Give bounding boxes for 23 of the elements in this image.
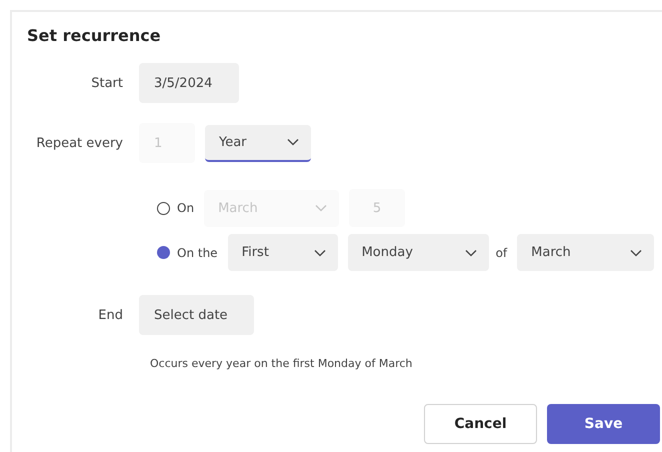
recurrence-summary: Occurs every year on the first Monday of March (150, 357, 414, 370)
of-label: of (496, 246, 508, 260)
radio-button[interactable] (157, 202, 170, 214)
date-field[interactable]: Select date (139, 295, 254, 335)
option-label: On (177, 201, 194, 215)
chevron-down-icon (287, 138, 299, 146)
dialog-title: Set recurrence (27, 26, 162, 45)
date-field[interactable]: 3/5/2024 (139, 63, 239, 103)
chevron-down-icon (464, 248, 477, 256)
save-button[interactable]: Save (547, 404, 660, 444)
dropdown[interactable]: Monday (348, 234, 489, 271)
field-label: Repeat every (35, 136, 123, 150)
dropdown[interactable]: First (228, 234, 338, 271)
option-label: On the (177, 246, 218, 260)
chevron-down-icon (630, 248, 642, 256)
chevron-down-icon (314, 248, 326, 256)
field-label: Start (90, 76, 123, 90)
radio-button[interactable] (157, 246, 170, 259)
cancel-button[interactable]: Cancel (424, 404, 537, 444)
dropdown[interactable]: March (517, 234, 654, 271)
field-label: End (97, 308, 123, 322)
dropdown[interactable]: Year (205, 124, 311, 162)
chevron-down-icon (315, 204, 328, 212)
